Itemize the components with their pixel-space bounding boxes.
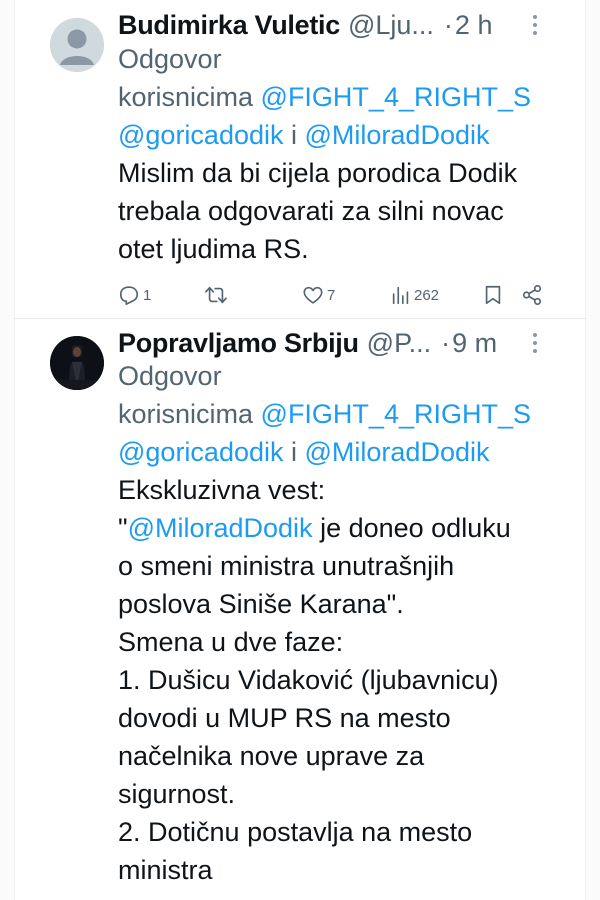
avatar[interactable] (50, 18, 104, 72)
default-avatar-icon (50, 18, 104, 72)
share-icon (522, 285, 542, 305)
tweet-text-line: ministra (118, 855, 213, 885)
tweet-text-fragment: je doneo odluku (312, 513, 511, 543)
timestamp[interactable]: 9 m (452, 328, 497, 359)
timestamp[interactable]: 2 h (455, 10, 493, 41)
reply-context-and: i (283, 437, 305, 467)
tweet-text-line: načelnika nove uprave za (118, 741, 425, 771)
tweet-text-line: otet ljudima RS. (118, 234, 309, 264)
tweet-text-line: trebala odgovarati za silni novac (118, 196, 504, 226)
tweet-text-line: sigurnost. (118, 779, 236, 809)
views-button[interactable]: 262 (391, 282, 439, 308)
views-icon (392, 286, 409, 305)
tweet-text-line: 2. Dotičnu postavlja na mesto (118, 817, 473, 847)
reply-icon (119, 286, 139, 305)
tweet-text-line: Ekskluzivna vest: (118, 475, 326, 505)
mention-link[interactable]: @MiloradDodik (128, 513, 313, 543)
mention-link[interactable]: @FIGHT_4_RIGHT_S (261, 82, 531, 112)
separator-dot: · (441, 327, 451, 358)
reply-context: korisnicima @FIGHT_4_RIGHT_S (118, 395, 570, 433)
reply-count: 1 (143, 286, 152, 304)
reply-context-prefix: korisnicima (118, 82, 261, 112)
profile-photo-icon (50, 336, 104, 390)
mention-link[interactable]: @MiloradDodik (305, 437, 490, 467)
retweet-icon (205, 286, 227, 304)
tweet-text-line: Smena u dve faze: (118, 627, 344, 657)
tweet[interactable]: Budimirka Vuletic @Lju... · 2 h Odgovor … (0, 0, 600, 318)
user-handle[interactable]: @Lju... (348, 10, 434, 41)
avatar[interactable] (50, 336, 104, 390)
mention-link[interactable]: @goricadodik (118, 120, 284, 150)
reply-context-label: Odgovor (118, 44, 222, 74)
reply-context: korisnicima @FIGHT_4_RIGHT_S (118, 78, 570, 116)
like-icon (303, 286, 323, 304)
like-count: 7 (327, 286, 336, 304)
reply-context: @goricadodik i @MiloradDodik (118, 116, 570, 154)
reply-context: @goricadodik i @MiloradDodik (118, 433, 570, 471)
tweet-text-line: poslova Siniše Karana". (118, 589, 404, 619)
quote-mark: " (118, 513, 128, 543)
bookmark-icon (485, 285, 501, 305)
tweet-text-line: dovodi u MUP RS na mesto (118, 703, 451, 733)
tweet-body: Odgovor korisnicima @FIGHT_4_RIGHT_S @go… (118, 40, 570, 268)
tweet[interactable]: Popravljamo Srbiju @P... · 9 m Odgovor k… (0, 319, 600, 900)
reply-context-label: Odgovor (118, 361, 222, 391)
view-count: 262 (414, 286, 440, 304)
separator-dot: · (443, 9, 453, 40)
like-button[interactable]: 7 (302, 282, 335, 308)
reply-button[interactable]: 1 (118, 282, 151, 308)
mention-link[interactable]: @FIGHT_4_RIGHT_S (261, 399, 531, 429)
bookmark-button[interactable] (483, 282, 503, 308)
reply-context-and: i (283, 120, 305, 150)
user-handle[interactable]: @P... (367, 328, 431, 359)
tweet-text-line: Mislim da bi cijela porodica Dodik (118, 158, 518, 188)
mention-link[interactable]: @goricadodik (118, 437, 284, 467)
tweet-text-line: 1. Dušicu Vidaković (ljubavnicu) (118, 665, 499, 695)
tweet-body: Odgovor korisnicima @FIGHT_4_RIGHT_S @go… (118, 357, 570, 889)
display-name[interactable]: Popravljamo Srbiju (118, 328, 359, 359)
share-button[interactable] (521, 282, 543, 308)
tweet-text-line: o smeni ministra unutrašnjih (118, 551, 455, 581)
mention-link[interactable]: @MiloradDodik (305, 120, 490, 150)
display-name[interactable]: Budimirka Vuletic (118, 10, 340, 41)
reply-context-prefix: korisnicima (118, 399, 261, 429)
tweet-text-line: "@MiloradDodik je doneo odluku (118, 509, 570, 547)
retweet-button[interactable] (204, 282, 228, 308)
tweet-actions: 1 7 262 (118, 282, 548, 308)
